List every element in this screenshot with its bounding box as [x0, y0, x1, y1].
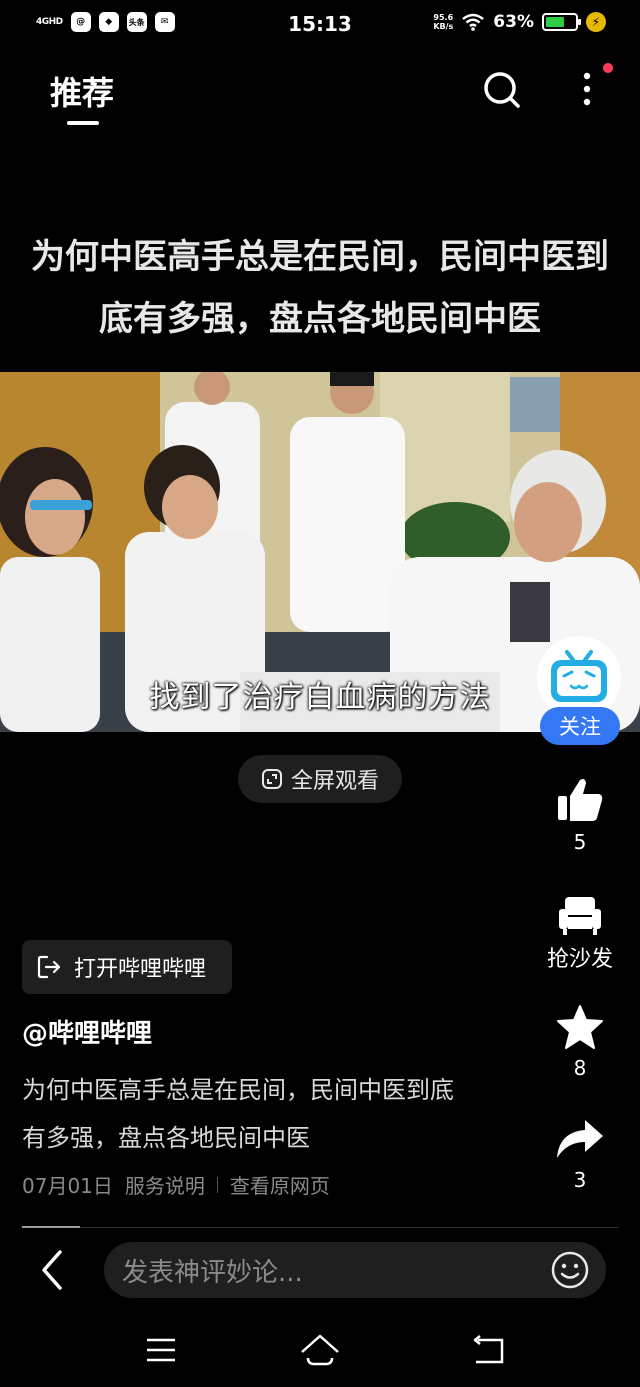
status-right: 95.6 KB/s 63% ⚡ [433, 12, 606, 32]
active-tab-indicator [67, 121, 99, 125]
favorite-count: 8 [573, 1056, 587, 1080]
home-icon[interactable] [298, 1330, 342, 1370]
like-count: 5 [573, 830, 587, 854]
notification-dot [603, 63, 613, 73]
content-divider [22, 1227, 618, 1228]
post-description: 为何中医高手总是在民间，民间中医到底有多强，盘点各地民间中医 [22, 1076, 454, 1152]
author-name[interactable]: @哔哩哔哩 [22, 1013, 152, 1050]
like-button[interactable]: 5 [530, 776, 630, 854]
follow-button[interactable]: 关注 [540, 707, 620, 745]
thumbs-up-icon [558, 779, 603, 821]
progress-indicator [22, 1226, 80, 1228]
open-external-icon [37, 955, 61, 979]
favorite-button[interactable]: 8 [530, 1004, 630, 1080]
share-count: 3 [573, 1168, 587, 1192]
tab-recommend[interactable]: 推荐 [50, 68, 114, 114]
fullscreen-icon [261, 769, 282, 789]
fullscreen-label: 全屏观看 [290, 769, 379, 794]
open-app-button[interactable]: 打开哔哩哔哩 [22, 940, 232, 994]
comment-input[interactable]: 发表神评妙论... [104, 1242, 606, 1298]
menu-icon[interactable] [141, 1330, 181, 1370]
meta-separator [216, 1176, 218, 1193]
battery-icon [542, 13, 581, 31]
status-bar: 4GHD @ ◆ 头条 ✉ 15:13 95.6 KB/s 63% ⚡ [0, 0, 640, 50]
video-title: 为何中医高手总是在民间，民间中医到底有多强，盘点各地民间中医 [31, 237, 609, 339]
wifi-icon [462, 13, 485, 31]
share-arrow-icon [557, 1120, 603, 1158]
sofa-icon [559, 897, 601, 935]
sofa-button[interactable]: 抢沙发 [530, 893, 630, 973]
share-button[interactable]: 3 [530, 1118, 630, 1192]
screen: 4GHD @ ◆ 头条 ✉ 15:13 95.6 KB/s 63% ⚡ 推荐 为… [0, 0, 640, 1387]
back-nav-icon[interactable] [468, 1330, 508, 1370]
star-icon [557, 1005, 603, 1049]
view-original-link[interactable]: 查看原网页 [230, 1170, 330, 1199]
fullscreen-button[interactable]: 全屏观看 [238, 755, 402, 803]
search-icon[interactable] [482, 70, 522, 110]
sofa-label: 抢沙发 [546, 947, 613, 972]
service-link[interactable]: 服务说明 [125, 1170, 205, 1199]
open-app-label: 打开哔哩哔哩 [74, 957, 207, 982]
post-meta: 07月01日 服务说明 查看原网页 [22, 1170, 330, 1199]
network-speed: 95.6 KB/s [433, 13, 454, 31]
back-arrow-icon[interactable] [36, 1248, 70, 1292]
charging-icon: ⚡ [586, 12, 606, 32]
more-menu-icon[interactable] [570, 68, 604, 112]
emoji-icon[interactable] [550, 1250, 590, 1290]
battery-percent: 63% [493, 12, 534, 32]
battery-level [546, 17, 564, 27]
comment-placeholder: 发表神评妙论... [122, 1257, 303, 1288]
post-date: 07月01日 [22, 1174, 113, 1198]
